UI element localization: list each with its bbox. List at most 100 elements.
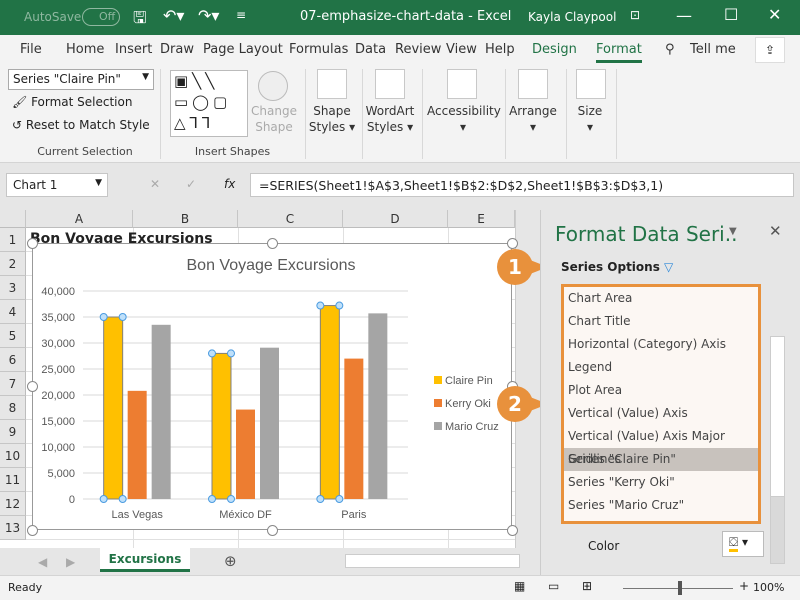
next-sheet-icon[interactable]: ▶ bbox=[66, 555, 75, 569]
format-selection-button[interactable]: 🖌 Format Selection bbox=[12, 95, 132, 109]
chart-resize-handle[interactable] bbox=[507, 525, 518, 536]
tab-design[interactable]: Design bbox=[532, 42, 577, 57]
series-options-dropdown[interactable]: Series Options ▽ bbox=[561, 260, 673, 274]
page-layout-view-icon[interactable]: ▭ bbox=[548, 579, 559, 593]
chart-element-option[interactable]: Series "Mario Cruz" bbox=[564, 494, 758, 517]
row-header[interactable]: 4 bbox=[0, 300, 26, 324]
chart-element-option[interactable]: Vertical (Value) Axis bbox=[564, 402, 758, 425]
tab-insert[interactable]: Insert bbox=[115, 42, 152, 57]
tab-formulas[interactable]: Formulas bbox=[289, 42, 348, 57]
reset-style-button[interactable]: ↺ Reset to Match Style bbox=[12, 118, 150, 132]
chart-resize-handle[interactable] bbox=[27, 525, 38, 536]
chart[interactable]: Bon Voyage Excursions 0 5,000 10,000 15,000 2… bbox=[27, 238, 518, 536]
row-header[interactable]: 7 bbox=[0, 372, 26, 396]
enter-icon[interactable]: ✓ bbox=[186, 177, 196, 191]
tab-review[interactable]: Review bbox=[395, 42, 441, 57]
chart-element-option[interactable]: Series "Claire Pin" bbox=[564, 448, 758, 471]
chart-element-option[interactable]: Legend bbox=[564, 356, 758, 379]
shape-styles-button[interactable]: Shape Styles ▾ bbox=[308, 103, 356, 135]
column-header-e[interactable]: E bbox=[448, 210, 515, 228]
title-bar: AutoSave Off 🖫 ↶▾ ↷▾ ≡ 07-emphasize-char… bbox=[0, 0, 800, 35]
column-header-b[interactable]: B bbox=[133, 210, 238, 228]
ribbon-display-icon[interactable]: ⊡ bbox=[630, 8, 640, 22]
cancel-icon[interactable]: ✕ bbox=[150, 177, 160, 191]
fill-color-button[interactable]: ⛋ ▾ bbox=[722, 531, 764, 557]
shapes-gallery[interactable]: ▣╲╲ ▭◯▢ △⅂⅂ bbox=[170, 70, 248, 137]
row-header[interactable]: 6 bbox=[0, 348, 26, 372]
shape-styles-icon bbox=[317, 69, 347, 99]
arrange-button[interactable]: Arrange ▾ bbox=[508, 103, 558, 135]
sheet-tab-excursions[interactable]: Excursions bbox=[100, 548, 190, 572]
chart-resize-handle[interactable] bbox=[27, 238, 38, 249]
chart-elements-list[interactable]: Chart Area Chart Title Horizontal (Categor… bbox=[561, 284, 761, 524]
chart-element-option[interactable]: Vertical (Value) Axis Major Gridlines bbox=[564, 425, 758, 466]
tab-view[interactable]: View bbox=[446, 42, 477, 57]
user-name[interactable]: Kayla Claypool bbox=[528, 10, 616, 24]
tab-format[interactable]: Format bbox=[596, 42, 642, 63]
tab-help[interactable]: Help bbox=[485, 42, 515, 57]
zoom-in-icon[interactable]: + bbox=[739, 579, 749, 593]
select-all[interactable] bbox=[0, 210, 26, 228]
row-header[interactable]: 1 bbox=[0, 228, 26, 252]
chart-element-option[interactable]: Horizontal (Category) Axis bbox=[564, 333, 758, 356]
tab-data[interactable]: Data bbox=[355, 42, 386, 57]
document-title: 07-emphasize-chart-data - Excel bbox=[300, 9, 512, 24]
chart-resize-handle[interactable] bbox=[507, 238, 518, 249]
accessibility-button[interactable]: Accessibility ▾ bbox=[427, 103, 501, 135]
redo-icon[interactable]: ↷▾ bbox=[198, 6, 219, 25]
autosave-toggle[interactable]: Off bbox=[82, 8, 120, 26]
chart-resize-handle[interactable] bbox=[267, 238, 278, 249]
tab-page-layout[interactable]: Page Layout bbox=[203, 42, 283, 57]
formula-input[interactable]: =SERIES(Sheet1!$A$3,Sheet1!$B$2:$D$2,She… bbox=[250, 173, 794, 197]
pane-close-icon[interactable]: ✕ bbox=[769, 222, 782, 240]
row-header[interactable]: 12 bbox=[0, 492, 26, 516]
name-box[interactable]: Chart 1 ▼ bbox=[6, 173, 108, 197]
tell-me-search[interactable]: Tell me bbox=[690, 42, 736, 57]
row-header[interactable]: 13 bbox=[0, 516, 26, 540]
chart-element-option[interactable]: Chart Area bbox=[564, 287, 758, 310]
chart-element-option[interactable]: Chart Title bbox=[564, 310, 758, 333]
gridline bbox=[26, 539, 516, 540]
zoom-slider-thumb[interactable] bbox=[678, 581, 682, 595]
add-sheet-icon[interactable]: ⊕ bbox=[224, 552, 237, 570]
row-header[interactable]: 2 bbox=[0, 252, 26, 276]
undo-icon[interactable]: ↶▾ bbox=[163, 6, 184, 25]
row-header[interactable]: 5 bbox=[0, 324, 26, 348]
column-header-c[interactable]: C bbox=[238, 210, 343, 228]
row-header[interactable]: 11 bbox=[0, 468, 26, 492]
tab-file[interactable]: File bbox=[20, 42, 42, 57]
customize-qat-icon[interactable]: ≡ bbox=[236, 8, 246, 22]
insert-function-icon[interactable]: fx bbox=[224, 177, 235, 191]
prev-sheet-icon[interactable]: ◀ bbox=[38, 555, 47, 569]
share-icon[interactable]: ⇪ bbox=[755, 37, 785, 63]
minimize-icon[interactable]: — bbox=[676, 6, 692, 25]
chart-resize-handle[interactable] bbox=[267, 525, 278, 536]
normal-view-icon[interactable]: ▦ bbox=[514, 579, 525, 593]
pane-options-chevron-icon[interactable]: ▼ bbox=[729, 226, 737, 237]
row-header[interactable]: 3 bbox=[0, 276, 26, 300]
wordart-styles-button[interactable]: WordArt Styles ▾ bbox=[364, 103, 416, 135]
size-icon bbox=[576, 69, 606, 99]
zoom-level[interactable]: 100% bbox=[753, 581, 784, 594]
chart-element-option[interactable]: Plot Area bbox=[564, 379, 758, 402]
x-tick-label: México DF bbox=[219, 509, 272, 521]
horizontal-scrollbar[interactable] bbox=[345, 554, 520, 568]
y-tick-label: 15,000 bbox=[41, 416, 75, 428]
page-break-view-icon[interactable]: ⊞ bbox=[582, 579, 592, 593]
row-header[interactable]: 9 bbox=[0, 420, 26, 444]
chart-element-option[interactable]: Series "Kerry Oki" bbox=[564, 471, 758, 494]
pane-scrollbar[interactable] bbox=[770, 336, 785, 564]
tab-draw[interactable]: Draw bbox=[160, 42, 194, 57]
chart-resize-handle[interactable] bbox=[27, 381, 38, 392]
chart-canvas: Bon Voyage Excursions 0 5,000 10,000 15,000 2… bbox=[41, 257, 498, 521]
row-header[interactable]: 10 bbox=[0, 444, 26, 468]
chart-elements-dropdown[interactable]: Series "Claire Pin" ▼ bbox=[8, 69, 154, 90]
column-header-a[interactable]: A bbox=[26, 210, 133, 228]
tab-home[interactable]: Home bbox=[66, 42, 104, 57]
save-icon[interactable]: 🖫 bbox=[133, 7, 147, 34]
close-icon[interactable]: ✕ bbox=[768, 5, 781, 24]
size-button[interactable]: Size ▾ bbox=[570, 103, 610, 135]
row-header[interactable]: 8 bbox=[0, 396, 26, 420]
column-header-d[interactable]: D bbox=[343, 210, 448, 228]
maximize-icon[interactable]: ☐ bbox=[724, 5, 738, 24]
